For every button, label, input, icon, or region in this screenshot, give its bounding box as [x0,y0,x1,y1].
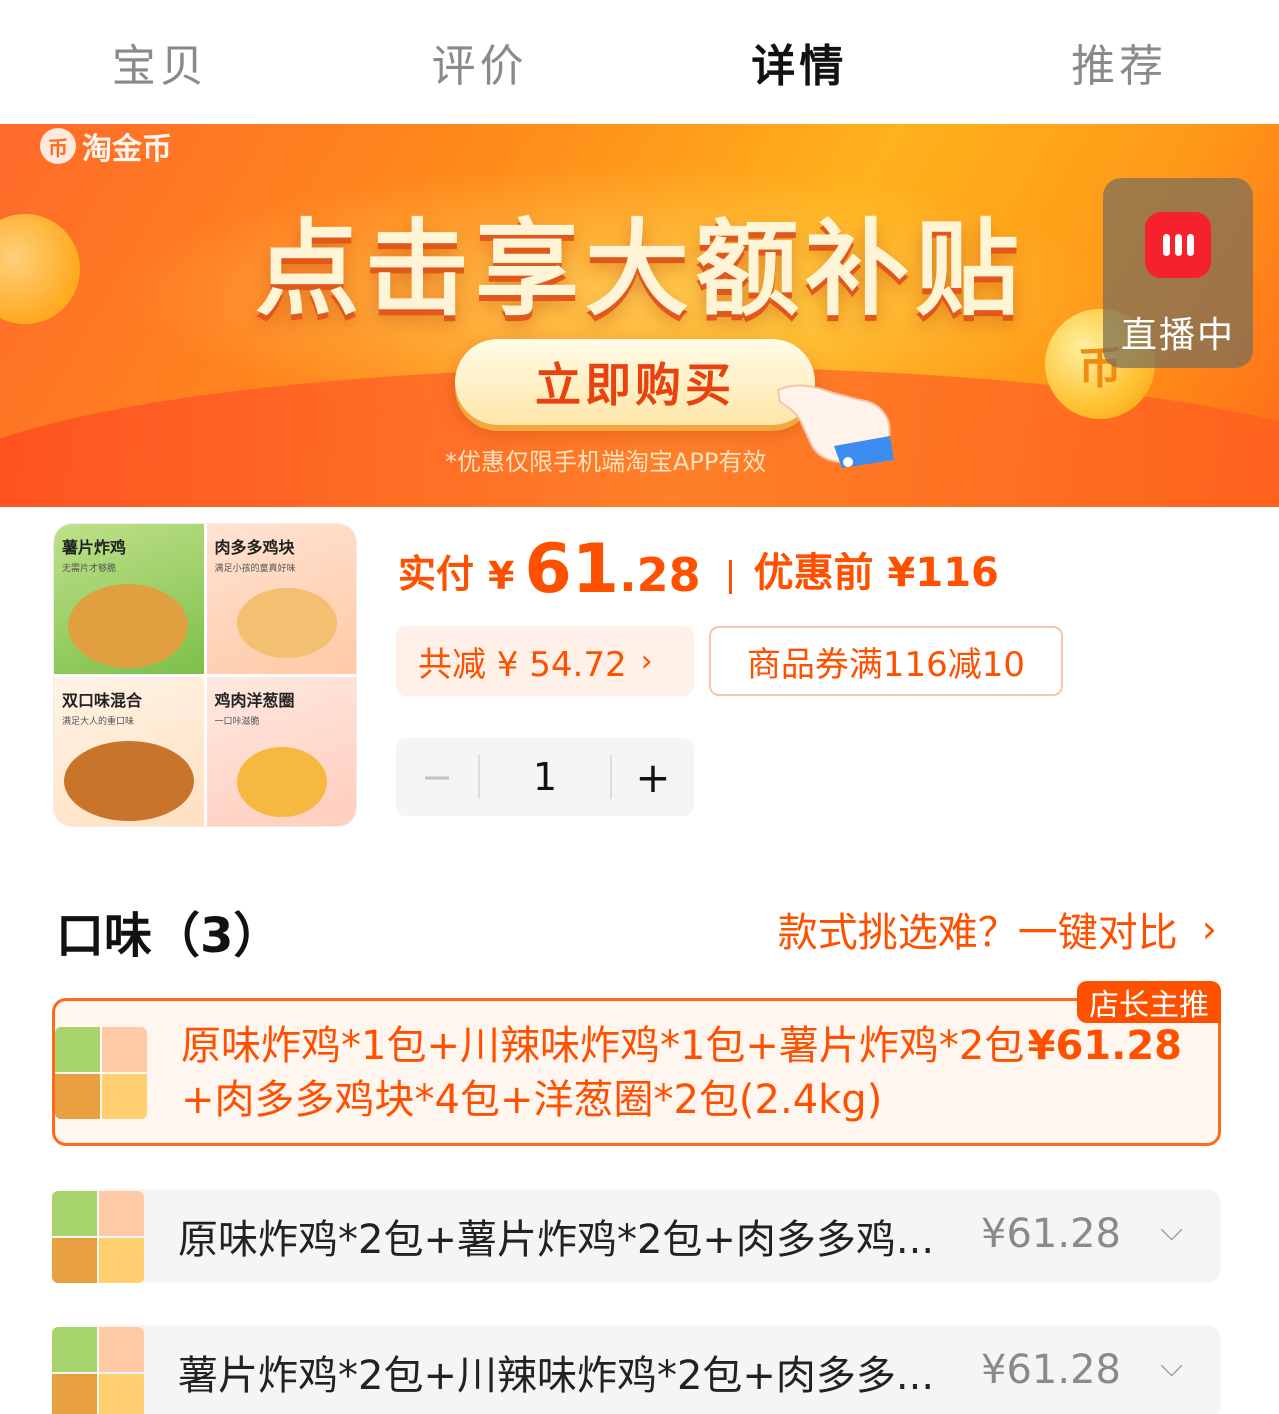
quantity-value[interactable]: 1 [480,755,610,799]
tab-baobei[interactable]: 宝贝 [0,0,320,124]
original-price: 优惠前 ¥116 [753,550,999,596]
thumb-cell: 薯片炸鸡 无需片才够脆 [54,524,204,674]
option-price: ¥61.28 [981,1211,1121,1257]
live-badge[interactable]: 直播中 [1103,178,1253,368]
option-label: 薯片炸鸡*2包+川辣味炸鸡*2包+肉多多... [178,1353,935,1399]
tab-recommend[interactable]: 推荐 [959,0,1279,124]
discount-label: 共减 ¥ 54.72 [418,644,627,685]
chevron-right-icon: › [1201,907,1217,951]
option-price: ¥61.28 [981,1347,1121,1393]
live-label: 直播中 [1120,315,1235,356]
buy-now-button[interactable]: 立即购买 [455,339,815,425]
pointing-hand-icon [776,384,894,468]
flavor-section-title: 口味（3） [56,908,282,964]
product-thumbnail[interactable]: 薯片炸鸡 无需片才够脆 肉多多鸡块 满足小孩的童真好味 双口味混合 满足大人的重… [54,524,356,826]
option-thumbnail [55,1027,147,1119]
thumb-cell: 鸡肉洋葱圈 一口咔滋脆 [206,676,356,826]
total-discount-button[interactable]: 共减 ¥ 54.72 › [396,626,694,696]
compare-link[interactable]: 款式挑选难？一键对比 › [778,900,1217,958]
paid-label: 实付 [398,552,475,596]
price-decimal: .28 [619,548,701,602]
taojinbi-logo: 币 淘金币 [40,124,172,168]
decrease-button[interactable]: − [396,755,478,799]
tab-reviews[interactable]: 评价 [320,0,640,124]
coin-decoration [0,214,80,324]
recommended-tag: 店长主推 [1077,981,1221,1023]
thumb-title: 双口味混合 [62,690,143,710]
thumb-cell: 肉多多鸡块 满足小孩的童真好味 [206,524,356,674]
chevron-down-icon[interactable]: ⌵ [1160,1349,1183,1384]
top-tab-bar: 宝贝 评价 详情 推荐 [0,0,1279,124]
coupon-badge[interactable]: 商品券满116减10 [709,626,1063,696]
tab-details[interactable]: 详情 [640,0,960,124]
quantity-stepper: − 1 + [396,738,694,816]
thumb-title: 肉多多鸡块 [214,538,295,557]
promo-banner[interactable]: 币 淘金币 点击享大额补贴 立即购买 *优惠仅限手机端淘宝APP有效 币 [0,124,1279,507]
flavor-option-selected[interactable]: 店长主推 原味炸鸡*1包+川辣味炸鸡*1包+薯片炸鸡*2包+肉多多鸡块*4包+洋… [52,981,1221,1146]
banner-headline: 点击享大额补贴 [254,208,1025,330]
option-label: 原味炸鸡*2包+薯片炸鸡*2包+肉多多鸡... [178,1217,935,1263]
divider [728,560,732,594]
thumb-title: 薯片炸鸡 [62,538,127,557]
thumb-sub: 满足大人的重口味 [62,716,135,727]
price-integer: 61 [524,530,620,609]
thumb-cell: 双口味混合 满足大人的重口味 [54,676,204,826]
live-bars-icon [1145,212,1211,278]
option-thumbnail [52,1191,144,1283]
chevron-down-icon[interactable]: ⌵ [1160,1213,1183,1248]
option-label: 原味炸鸡*1包+川辣味炸鸡*1包+薯片炸鸡*2包+肉多多鸡块*4包+洋葱圈*2包… [181,1023,1025,1123]
chevron-right-icon: › [640,643,653,679]
option-thumbnail [52,1327,144,1414]
currency-symbol: ¥ [488,554,515,598]
increase-button[interactable]: + [612,753,694,802]
flavor-option[interactable]: 原味炸鸡*2包+薯片炸鸡*2包+肉多多鸡... ¥61.28 ⌵ [52,1189,1221,1283]
option-price: ¥61.28 [1027,1023,1182,1069]
compare-label: 款式挑选难？一键对比 [777,910,1178,956]
thumb-title: 鸡肉洋葱圈 [214,690,295,710]
coin-icon: 币 [40,128,76,164]
logo-text: 淘金币 [82,132,172,167]
thumb-sub: 无需片才够脆 [62,564,117,574]
flavor-option[interactable]: 薯片炸鸡*2包+川辣味炸鸡*2包+肉多多... ¥61.28 ⌵ [52,1325,1221,1414]
thumb-sub: 满足小孩的童真好味 [214,564,296,574]
banner-note: *优惠仅限手机端淘宝APP有效 [445,448,767,476]
thumb-sub: 一口咔滋脆 [214,716,260,727]
price-row: 实付 ¥ 61 .28 优惠前 ¥116 [398,520,999,610]
